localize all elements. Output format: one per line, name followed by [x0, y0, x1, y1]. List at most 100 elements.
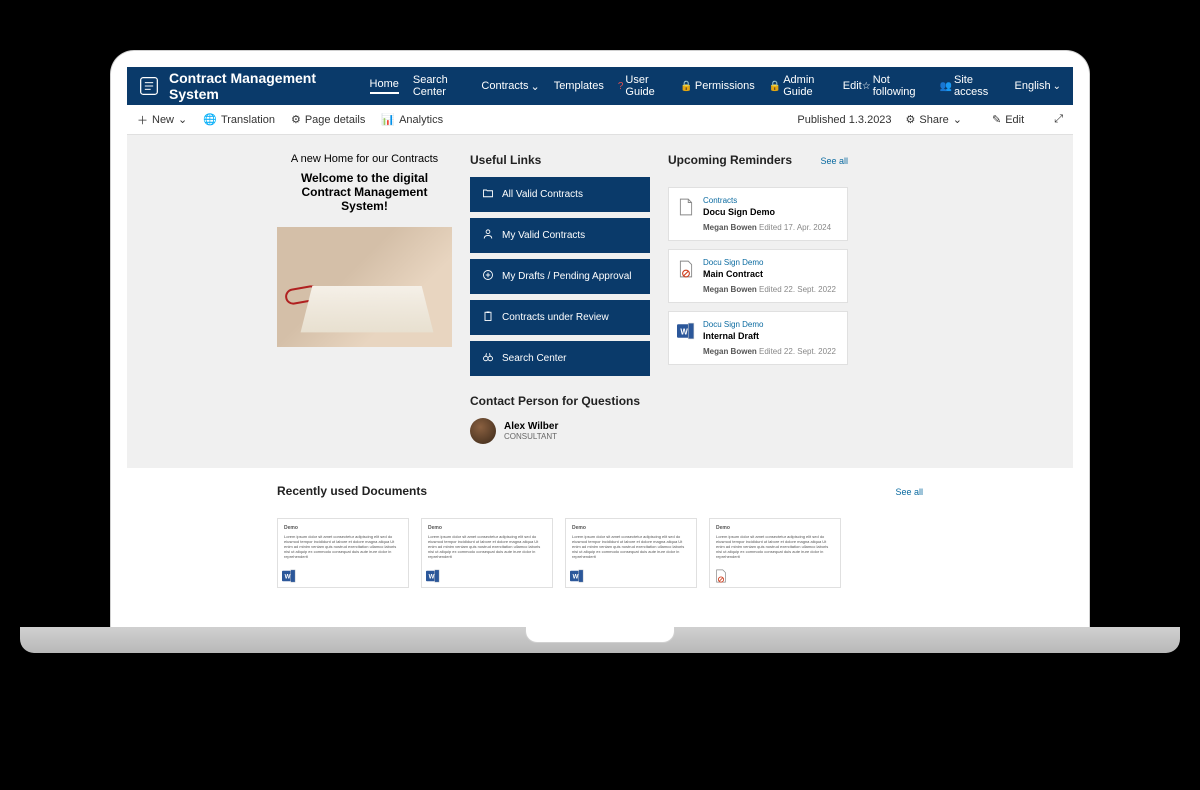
command-bar: ＋New ⌄ 🌐Translation ⚙Page details 📊Analytic…: [127, 105, 1073, 135]
hero-headline: Welcome to the digital Contract Manageme…: [277, 171, 452, 213]
reminder-card[interactable]: WDocu Sign DemoInternal DraftMegan Bowen…: [668, 311, 848, 365]
translate-icon: 🌐: [203, 113, 217, 126]
link-search-center[interactable]: Search Center: [470, 341, 650, 376]
reminder-meta: Megan Bowen Edited 22. Sept. 2022: [703, 285, 839, 294]
svg-text:W: W: [573, 574, 579, 581]
links-column: Useful Links All Valid Contracts My Valid…: [470, 153, 650, 444]
link-all-valid-contracts[interactable]: All Valid Contracts: [470, 177, 650, 212]
doc-preview: DemoLorem ipsum dolor sit amet consectet…: [572, 525, 690, 559]
nav-item-contracts[interactable]: Contracts ⌄: [481, 80, 539, 93]
nav-right: ☆ Not following 👥 Site access English ⌄: [862, 74, 1061, 98]
chart-icon: 📊: [381, 113, 395, 126]
star-icon: ☆: [862, 81, 871, 92]
gear-icon: ⚙: [291, 113, 301, 126]
cmd-analytics[interactable]: 📊Analytics: [381, 112, 443, 128]
reminder-card[interactable]: Docu Sign Demo Main Contract Megan Bowen E…: [668, 249, 848, 303]
chevron-down-icon: ⌄: [1053, 81, 1061, 92]
chevron-down-icon: ⌄: [530, 80, 539, 93]
hero-image: [277, 227, 452, 347]
language-dropdown[interactable]: English ⌄: [1015, 80, 1061, 92]
link-my-drafts-pending-approval[interactable]: My Drafts / Pending Approval: [470, 259, 650, 294]
recent-title: Recently used Documents: [277, 484, 427, 498]
useful-links-list: All Valid Contracts My Valid Contracts My …: [470, 177, 650, 376]
reminder-card[interactable]: Contracts Docu Sign Demo Megan Bowen Edite…: [668, 187, 848, 241]
lock-icon: 🔒: [680, 81, 692, 92]
doc-type-icon: W: [282, 569, 296, 583]
question-icon: ?: [618, 81, 624, 92]
cmd-left: ＋New ⌄ 🌐Translation ⚙Page details 📊Analytic…: [137, 112, 459, 128]
top-nav: Contract Management System Home Search Ce…: [127, 67, 1073, 105]
link-contracts-under-review[interactable]: Contracts under Review: [470, 300, 650, 335]
app-logo-icon: [139, 75, 159, 97]
published-date: Published 1.3.2023: [797, 114, 891, 126]
reminders-column: Upcoming Reminders See all Contracts Docu…: [668, 153, 848, 444]
hero-column: A new Home for our Contracts Welcome to …: [277, 153, 452, 444]
reminder-title: Docu Sign Demo: [703, 207, 839, 217]
contact-role: CONSULTANT: [504, 432, 558, 441]
cmd-translation[interactable]: 🌐Translation: [203, 112, 275, 128]
nav-item-home[interactable]: Home: [370, 78, 399, 94]
contact-name: Alex Wilber: [504, 421, 558, 432]
doc-icon: W: [677, 322, 695, 356]
link-my-valid-contracts[interactable]: My Valid Contracts: [470, 218, 650, 253]
reminder-category: Contracts: [703, 196, 839, 205]
nav-item-edit[interactable]: Edit: [843, 80, 862, 92]
reminder-title: Internal Draft: [703, 331, 839, 341]
hero-eyebrow: A new Home for our Contracts: [277, 153, 452, 165]
lock-icon: 🔒: [769, 81, 781, 92]
cmd-page-details[interactable]: ⚙Page details: [291, 112, 365, 128]
app-title: Contract Management System: [169, 70, 352, 102]
contact-title: Contact Person for Questions: [470, 394, 650, 408]
svg-text:W: W: [429, 574, 435, 581]
recent-doc-card[interactable]: DemoLorem ipsum dolor sit amet consectet…: [277, 518, 409, 588]
main-content: A new Home for our Contracts Welcome to …: [127, 135, 1073, 468]
cmd-new[interactable]: ＋New ⌄: [137, 112, 187, 128]
doc-preview: DemoLorem ipsum dolor sit amet consectet…: [428, 525, 546, 559]
recent-docs-row: DemoLorem ipsum dolor sit amet consectet…: [277, 518, 923, 588]
avatar: [470, 418, 496, 444]
not-following-button[interactable]: ☆ Not following: [862, 74, 926, 98]
reminder-category: Docu Sign Demo: [703, 258, 839, 267]
reminders-title: Upcoming Reminders: [668, 153, 792, 167]
doc-icon: [677, 198, 695, 232]
contact-person[interactable]: Alex Wilber CONSULTANT: [470, 418, 650, 444]
nav-item-search-center[interactable]: Search Center: [413, 74, 468, 98]
person-icon: [482, 228, 494, 243]
share-icon: ⚙: [906, 113, 916, 126]
svg-text:W: W: [285, 574, 291, 581]
cmd-right: Published 1.3.2023 ⚙Share ⌄ ✎Edit ⤢: [797, 113, 1063, 126]
doc-preview: DemoLorem ipsum dolor sit amet consectet…: [284, 525, 402, 559]
recent-doc-card[interactable]: DemoLorem ipsum dolor sit amet consectet…: [421, 518, 553, 588]
reminder-title: Main Contract: [703, 269, 839, 279]
plus-circle-icon: [482, 269, 494, 284]
useful-links-title: Useful Links: [470, 153, 650, 167]
chevron-down-icon: ⌄: [178, 113, 187, 126]
doc-type-icon: W: [426, 569, 440, 583]
clipboard-icon: [482, 310, 494, 325]
site-access-button[interactable]: 👥 Site access: [940, 74, 1001, 98]
reminders-seeall-link[interactable]: See all: [820, 156, 848, 166]
plus-icon: ＋: [137, 112, 148, 128]
share-button[interactable]: ⚙Share ⌄: [906, 113, 962, 126]
chevron-down-icon: ⌄: [953, 113, 962, 126]
people-icon: 👥: [940, 81, 952, 92]
nav-items: Home Search Center Contracts ⌄ Templates ? U…: [370, 74, 862, 98]
reminder-meta: Megan Bowen Edited 17. Apr. 2024: [703, 223, 839, 232]
svg-text:W: W: [680, 327, 688, 336]
folder-icon: [482, 187, 494, 202]
doc-icon: [677, 260, 695, 294]
expand-icon[interactable]: ⤢: [1054, 113, 1063, 126]
nav-item-admin-guide[interactable]: 🔒 Admin Guide: [769, 74, 829, 98]
doc-type-icon: W: [570, 569, 584, 583]
nav-item-user-guide[interactable]: ? User Guide: [618, 74, 667, 98]
nav-item-permissions[interactable]: 🔒 Permissions: [680, 80, 754, 92]
nav-item-templates[interactable]: Templates: [554, 80, 604, 92]
recent-doc-card[interactable]: DemoLorem ipsum dolor sit amet consectet…: [565, 518, 697, 588]
recent-seeall-link[interactable]: See all: [895, 487, 923, 497]
doc-preview: DemoLorem ipsum dolor sit amet consectet…: [716, 525, 834, 559]
pencil-icon: ✎: [992, 113, 1001, 126]
reminder-meta: Megan Bowen Edited 22. Sept. 2022: [703, 347, 839, 356]
recent-doc-card[interactable]: DemoLorem ipsum dolor sit amet consectet…: [709, 518, 841, 588]
binoculars-icon: [482, 351, 494, 366]
edit-button[interactable]: ✎Edit: [992, 113, 1024, 126]
